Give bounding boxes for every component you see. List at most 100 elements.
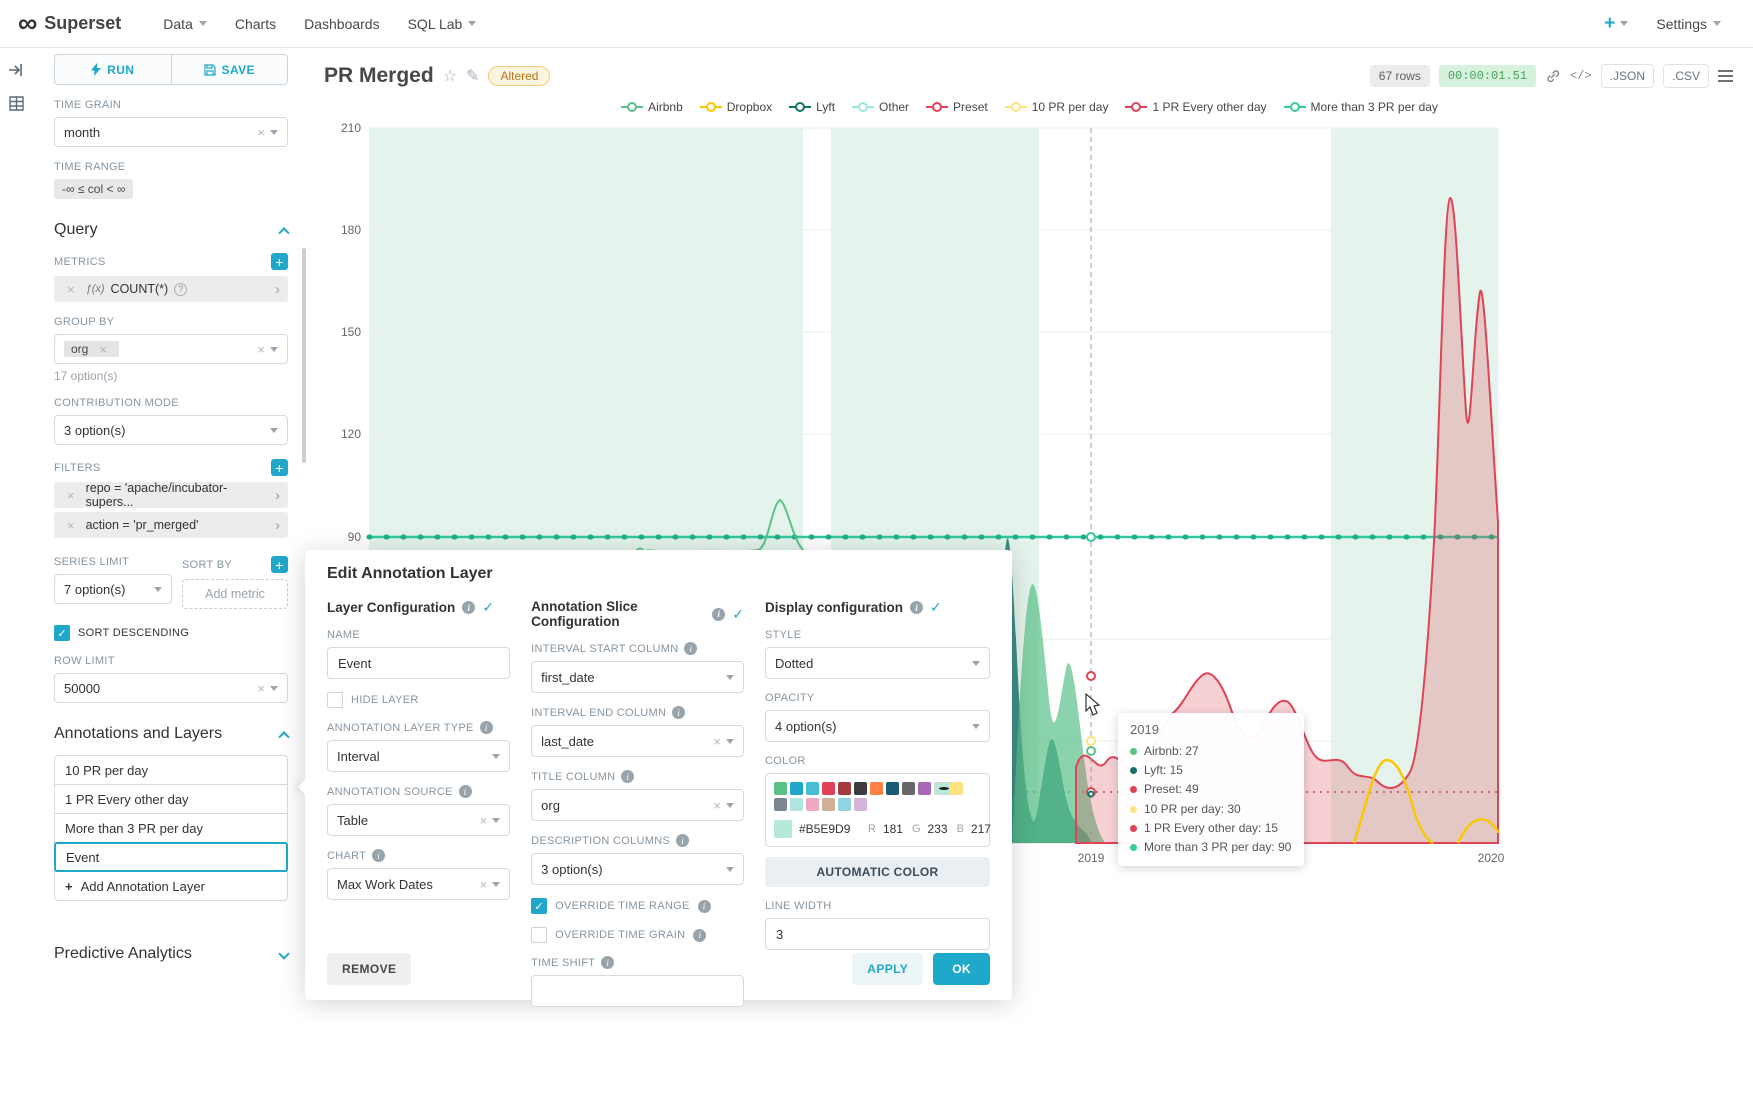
title-column-select[interactable]: org × <box>531 789 744 821</box>
clear-icon[interactable]: × <box>713 799 721 812</box>
sort-by-add-metric[interactable]: Add metric <box>182 579 288 609</box>
legend-item[interactable]: 10 PR per day <box>1005 100 1109 114</box>
legend-item[interactable]: Airbnb <box>621 100 683 114</box>
annotations-section-header[interactable]: Annotations and Layers <box>54 725 288 743</box>
superset-brand[interactable]: ∞ Superset <box>18 13 121 35</box>
color-swatch[interactable] <box>838 782 851 795</box>
info-icon[interactable]: i <box>480 721 493 734</box>
remove-metric-icon[interactable]: × <box>67 283 75 296</box>
chart-select[interactable]: Max Work Dates × <box>327 868 510 900</box>
add-sort-metric-button[interactable]: + <box>271 556 288 573</box>
green-value[interactable]: 233 <box>928 822 948 836</box>
collapse-panel-icon[interactable] <box>8 62 24 78</box>
info-icon[interactable]: i <box>621 770 634 783</box>
series-limit-select[interactable]: 7 option(s) <box>54 574 172 604</box>
color-swatch[interactable] <box>822 798 835 811</box>
override-time-range-checkbox[interactable]: ✓ <box>531 898 547 914</box>
query-section-header[interactable]: Query <box>54 221 288 239</box>
clear-icon[interactable]: × <box>480 814 488 827</box>
sort-descending-checkbox[interactable]: ✓ <box>54 625 70 641</box>
embed-code-icon[interactable]: </> <box>1570 69 1592 83</box>
legend-item[interactable]: More than 3 PR per day <box>1284 100 1438 114</box>
interval-end-select[interactable]: last_date × <box>531 725 744 757</box>
filter-pill[interactable]: × repo = 'apache/incubator-supers... › <box>54 482 288 508</box>
group-by-value-tag[interactable]: org× <box>64 341 119 357</box>
red-value[interactable]: 181 <box>883 822 903 836</box>
group-by-select[interactable]: org× × <box>54 334 288 364</box>
style-select[interactable]: Dotted <box>765 647 990 679</box>
link-icon[interactable] <box>1545 68 1561 84</box>
time-range-pill[interactable]: -∞ ≤ col < ∞ <box>54 179 133 199</box>
clear-icon[interactable]: × <box>257 682 265 695</box>
color-swatch[interactable] <box>806 782 819 795</box>
export-json-button[interactable]: .JSON <box>1601 64 1654 88</box>
annotation-source-select[interactable]: Table × <box>327 804 510 836</box>
dataset-grid-icon[interactable] <box>9 96 24 111</box>
info-icon[interactable]: i <box>698 900 711 913</box>
annotation-layer-item-selected[interactable]: Event <box>54 842 288 872</box>
clear-icon[interactable]: × <box>257 126 265 139</box>
add-filter-button[interactable]: + <box>271 459 288 476</box>
info-icon[interactable]: i <box>372 849 385 862</box>
metric-pill[interactable]: × ƒ(x) COUNT(*) ? › <box>54 276 288 302</box>
predictive-section-header[interactable]: Predictive Analytics <box>54 945 288 963</box>
info-icon[interactable]: i <box>672 706 685 719</box>
clear-icon[interactable]: × <box>257 343 265 356</box>
legend-item[interactable]: Lyft <box>789 100 835 114</box>
color-swatch[interactable] <box>902 782 915 795</box>
ok-button[interactable]: OK <box>933 953 990 985</box>
color-swatch[interactable] <box>774 782 787 795</box>
remove-filter-icon[interactable]: × <box>67 519 75 532</box>
clear-icon[interactable]: × <box>713 735 721 748</box>
color-swatch[interactable] <box>806 798 819 811</box>
apply-button[interactable]: APPLY <box>852 953 923 985</box>
info-icon[interactable]: i <box>910 601 923 614</box>
contribution-mode-select[interactable]: 3 option(s) <box>54 415 288 445</box>
clear-icon[interactable]: × <box>480 878 488 891</box>
altered-badge[interactable]: Altered <box>488 66 550 86</box>
save-button[interactable]: SAVE <box>171 54 289 85</box>
color-swatch[interactable] <box>918 782 931 795</box>
info-icon[interactable]: i <box>462 601 475 614</box>
color-swatch[interactable] <box>886 782 899 795</box>
remove-tag-icon[interactable]: × <box>99 343 107 356</box>
info-icon[interactable]: i <box>684 642 697 655</box>
info-icon[interactable]: i <box>676 834 689 847</box>
help-icon[interactable]: ? <box>174 283 187 296</box>
color-swatch[interactable] <box>854 798 867 811</box>
more-menu-icon[interactable] <box>1718 70 1733 82</box>
legend-item[interactable]: Dropbox <box>700 100 772 114</box>
legend-item[interactable]: 1 PR Every other day <box>1125 100 1266 114</box>
color-swatch[interactable] <box>790 782 803 795</box>
export-csv-button[interactable]: .CSV <box>1663 64 1709 88</box>
favorite-star-icon[interactable]: ☆ <box>443 66 457 86</box>
nav-item-charts[interactable]: Charts <box>221 0 290 48</box>
legend-item[interactable]: Preset <box>926 100 988 114</box>
add-annotation-layer-button[interactable]: + Add Annotation Layer <box>54 871 288 901</box>
annotation-layer-item[interactable]: More than 3 PR per day <box>54 813 288 843</box>
time-grain-select[interactable]: month × <box>54 117 288 147</box>
run-button[interactable]: RUN <box>54 54 172 85</box>
remove-button[interactable]: REMOVE <box>327 953 411 985</box>
nav-item-dashboards[interactable]: Dashboards <box>290 0 394 48</box>
add-metric-button[interactable]: + <box>271 253 288 270</box>
annotation-layer-type-select[interactable]: Interval <box>327 740 510 772</box>
row-limit-select[interactable]: 50000 × <box>54 673 288 703</box>
settings-menu[interactable]: Settings <box>1642 0 1735 48</box>
edit-pencil-icon[interactable]: ✎ <box>466 66 479 86</box>
info-icon[interactable]: i <box>712 608 725 621</box>
color-swatch[interactable] <box>774 798 787 811</box>
color-swatch[interactable] <box>822 782 835 795</box>
filter-pill[interactable]: × action = 'pr_merged' › <box>54 512 288 538</box>
nav-item-data[interactable]: Data <box>149 0 221 48</box>
color-swatch[interactable] <box>838 798 851 811</box>
name-input[interactable] <box>327 647 510 679</box>
description-columns-select[interactable]: 3 option(s) <box>531 853 744 885</box>
opacity-select[interactable]: 4 option(s) <box>765 710 990 742</box>
hide-layer-checkbox[interactable] <box>327 692 343 708</box>
remove-filter-icon[interactable]: × <box>67 489 75 502</box>
color-swatch[interactable] <box>854 782 867 795</box>
annotation-layer-item[interactable]: 1 PR Every other day <box>54 784 288 814</box>
legend-item[interactable]: Other <box>852 100 909 114</box>
new-item-button[interactable]: + <box>1590 13 1642 35</box>
